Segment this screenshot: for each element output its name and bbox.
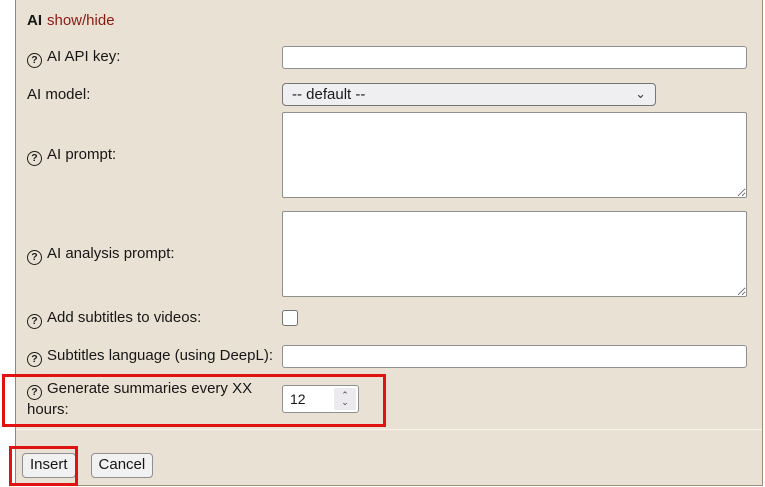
help-icon[interactable]: ? <box>27 352 42 367</box>
summaries-hours-input[interactable] <box>283 386 332 412</box>
ai-model-selected-value: -- default -- <box>292 86 365 103</box>
ai-model-label: AI model: <box>27 85 282 104</box>
row-ai-api-key: ?AI API key: <box>27 46 747 69</box>
generate-summaries-label: ?Generate summaries every XX hours: <box>27 379 282 419</box>
summaries-hours-stepper: ⌃ ⌄ <box>282 385 359 413</box>
help-icon[interactable]: ? <box>27 250 42 265</box>
row-ai-analysis-prompt: ?AI analysis prompt: <box>27 211 747 297</box>
ai-prompt-label: ?AI prompt: <box>27 145 282 166</box>
add-subtitles-checkbox[interactable] <box>282 310 298 326</box>
row-ai-prompt: ?AI prompt: <box>27 112 747 198</box>
ai-model-select[interactable]: -- default -- ⌄ <box>282 83 656 106</box>
subtitles-language-label: ?Subtitles language (using DeepL): <box>27 346 282 367</box>
ai-analysis-prompt-label: ?AI analysis prompt: <box>27 244 282 265</box>
help-icon[interactable]: ? <box>27 53 42 68</box>
subtitles-language-input[interactable] <box>282 345 747 368</box>
form-actions: Insert Cancel <box>22 453 153 478</box>
section-divider <box>16 429 762 430</box>
row-ai-model: AI model: -- default -- ⌄ <box>27 83 747 106</box>
insert-button[interactable]: Insert <box>22 453 76 478</box>
help-icon[interactable]: ? <box>27 385 42 400</box>
ai-api-key-input[interactable] <box>282 46 747 69</box>
show-hide-link[interactable]: show/hide <box>47 12 115 29</box>
help-icon[interactable]: ? <box>27 151 42 166</box>
cancel-button[interactable]: Cancel <box>91 453 154 478</box>
ai-prompt-textarea[interactable] <box>282 112 747 198</box>
ai-settings-panel: AI show/hide ?AI API key: AI model: -- de… <box>15 0 763 486</box>
ai-analysis-prompt-textarea[interactable] <box>282 211 747 297</box>
spinner-down-icon[interactable]: ⌄ <box>341 399 349 406</box>
row-generate-summaries: ?Generate summaries every XX hours: ⌃ ⌄ <box>27 385 747 413</box>
panel-title: AI <box>27 12 42 29</box>
ai-api-key-label: ?AI API key: <box>27 47 282 68</box>
number-spinner[interactable]: ⌃ ⌄ <box>334 388 356 410</box>
panel-header: AI show/hide <box>27 12 115 30</box>
add-subtitles-label: ?Add subtitles to videos: <box>27 308 282 329</box>
row-subtitles-language: ?Subtitles language (using DeepL): <box>27 345 747 368</box>
row-add-subtitles: ?Add subtitles to videos: <box>27 308 747 328</box>
chevron-down-icon: ⌄ <box>635 89 646 99</box>
help-icon[interactable]: ? <box>27 314 42 329</box>
